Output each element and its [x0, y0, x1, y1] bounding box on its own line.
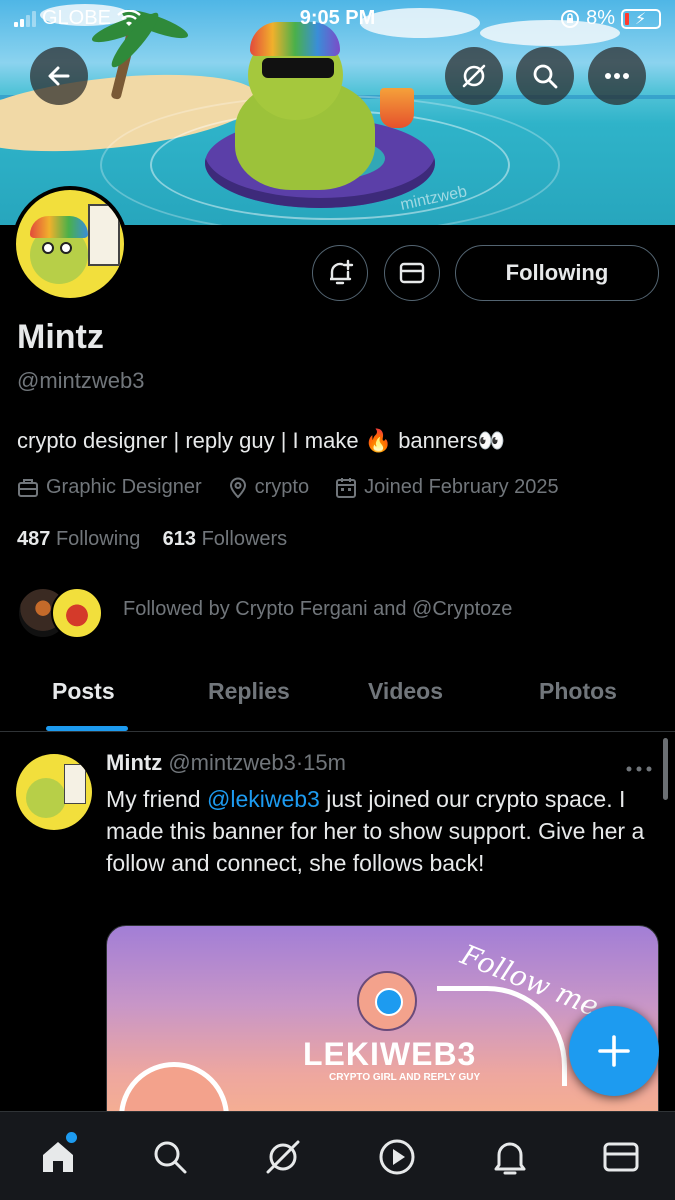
plus-icon [598, 1035, 630, 1067]
tab-photos[interactable]: Photos [539, 678, 617, 705]
post-time: 15m [303, 750, 346, 775]
followers-link[interactable]: 613 Followers [163, 528, 288, 550]
more-button[interactable] [588, 47, 646, 105]
envelope-icon [399, 262, 425, 284]
nav-search[interactable] [145, 1132, 195, 1182]
grok-button[interactable] [445, 47, 503, 105]
arrow-left-icon [48, 66, 70, 86]
followers-label: Followers [201, 528, 288, 550]
media-tagline: CRYPTO GIRL AND REPLY GUY [329, 1072, 481, 1083]
nav-grok[interactable] [258, 1132, 308, 1182]
following-count: 487 [17, 528, 51, 550]
post-avatar[interactable] [16, 754, 92, 830]
back-button[interactable] [30, 47, 88, 105]
bell-plus-icon [330, 259, 354, 285]
post-author[interactable]: Mintz [106, 750, 162, 775]
follower-avatar [51, 587, 103, 639]
post-text: My friend @lekiweb3 just joined our cryp… [106, 783, 646, 879]
search-icon [154, 1141, 187, 1174]
profile-stats: 487 Following 613 Followers [17, 528, 287, 551]
nav-messages[interactable] [596, 1132, 646, 1182]
home-notification-dot [66, 1132, 77, 1143]
following-button[interactable]: Following [455, 245, 659, 301]
profile-category: Graphic Designer [46, 476, 202, 498]
nav-video[interactable] [372, 1132, 422, 1182]
media-brand-text: LEKIWEB3 [303, 1036, 477, 1072]
profile-meta: Graphic Designer crypto Joined February … [17, 476, 585, 499]
profile-joined: Joined February 2025 [364, 476, 559, 498]
profile-name: Mintz [17, 318, 104, 356]
more-icon [605, 73, 629, 79]
calendar-icon [336, 477, 357, 498]
more-icon [626, 766, 652, 772]
active-tab-indicator [46, 726, 128, 731]
orientation-lock-icon [561, 9, 580, 28]
post-more-button[interactable] [626, 752, 652, 778]
profile-bio: crypto designer | reply guy | I make 🔥 b… [17, 428, 506, 453]
status-bar: GLOBE 9:05 PM 8% ⚡ [0, 0, 675, 36]
play-circle-icon [379, 1139, 415, 1175]
battery-icon: ⚡ [621, 8, 661, 29]
grok-icon [266, 1140, 300, 1174]
tab-videos[interactable]: Videos [368, 678, 443, 705]
bell-icon [494, 1142, 526, 1175]
post-mention-link[interactable]: @lekiweb3 [207, 786, 320, 812]
home-icon [43, 1142, 73, 1172]
message-button[interactable] [384, 245, 440, 301]
tab-posts[interactable]: Posts [52, 678, 115, 705]
post-handle[interactable]: @mintzweb3 [168, 750, 296, 775]
grok-icon [462, 64, 486, 88]
search-button[interactable] [516, 47, 574, 105]
following-label: Following [55, 528, 141, 550]
envelope-icon [603, 1142, 639, 1172]
bottom-nav [0, 1111, 675, 1200]
notify-button[interactable] [312, 245, 368, 301]
battery-percent: 8% [586, 7, 615, 29]
profile-handle: @mintzweb3 [17, 368, 145, 393]
following-link[interactable]: 487 Following [17, 528, 140, 550]
tab-replies[interactable]: Replies [208, 678, 290, 705]
followers-count: 613 [162, 528, 197, 550]
profile-tabs: Posts Replies Videos Photos [0, 660, 675, 732]
search-icon [533, 64, 558, 89]
post-text-start: My friend [106, 786, 207, 812]
post-header: Mintz @mintzweb3·15m [106, 750, 346, 775]
profile-avatar[interactable] [12, 186, 128, 302]
profile-location: crypto [254, 476, 310, 498]
nav-notifications[interactable] [485, 1132, 535, 1182]
briefcase-icon [18, 478, 38, 497]
scrollbar[interactable] [663, 738, 668, 800]
followed-by-text: Followed by Crypto Fergani and @Cryptoze [123, 598, 513, 620]
followed-by[interactable]: Followed by Crypto Fergani and @Cryptoze [17, 583, 657, 639]
compose-button[interactable] [569, 1006, 659, 1096]
location-pin-icon [229, 477, 246, 498]
